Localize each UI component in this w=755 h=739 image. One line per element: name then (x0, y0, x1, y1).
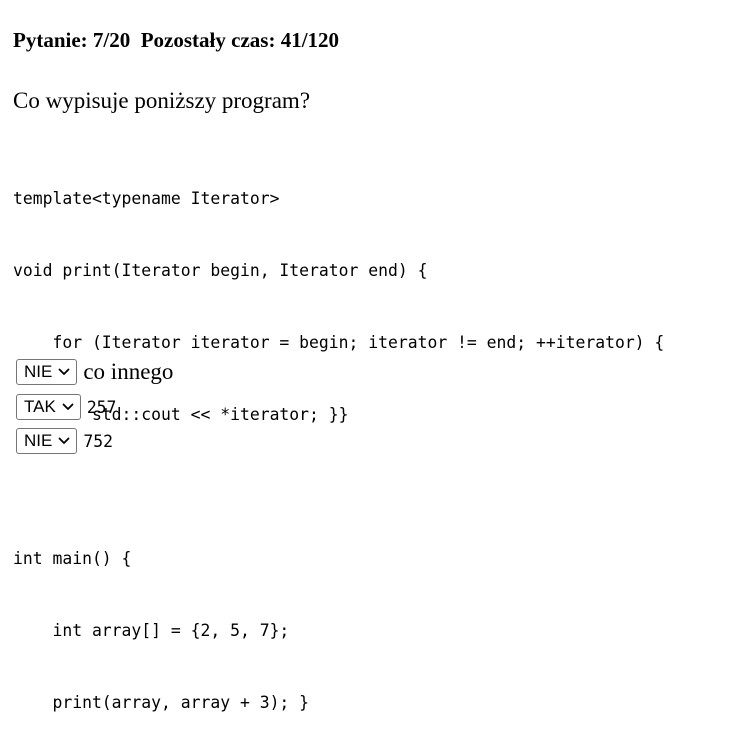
answer-1-select-value: NIE (24, 362, 53, 381)
code-line: print(array, array + 3); } (13, 693, 310, 712)
answer-2-select-value: TAK (24, 397, 56, 416)
answer-3-select[interactable]: NIE (16, 428, 78, 454)
quiz-status-header: Pytanie: 7/20 Pozostały czas: 41/120 (13, 28, 340, 52)
code-line: for (Iterator iterator = begin; iterator… (13, 333, 665, 352)
answer-1-text: co innego (83, 359, 174, 384)
answer-1-select[interactable]: NIE (16, 359, 78, 385)
chevron-down-icon (58, 437, 70, 444)
code-line: int array[] = {2, 5, 7}; (13, 621, 290, 640)
code-line: void print(Iterator begin, Iterator end)… (13, 261, 428, 280)
chevron-down-icon (58, 368, 70, 375)
question-text: Co wypisuje poniższy program? (13, 88, 311, 113)
answer-row-1: NIE co innego (16, 359, 173, 385)
answer-3-text: 752 (83, 431, 113, 451)
answer-row-3: NIE 752 (16, 428, 113, 454)
code-line: int main() { (13, 549, 132, 568)
code-line: template<typename Iterator> (13, 189, 280, 208)
answer-3-select-value: NIE (24, 431, 53, 450)
chevron-down-icon (62, 403, 74, 410)
answer-row-2: TAK 257 (16, 394, 116, 420)
answer-2-select[interactable]: TAK (16, 394, 81, 420)
answer-2-text: 257 (86, 397, 117, 417)
